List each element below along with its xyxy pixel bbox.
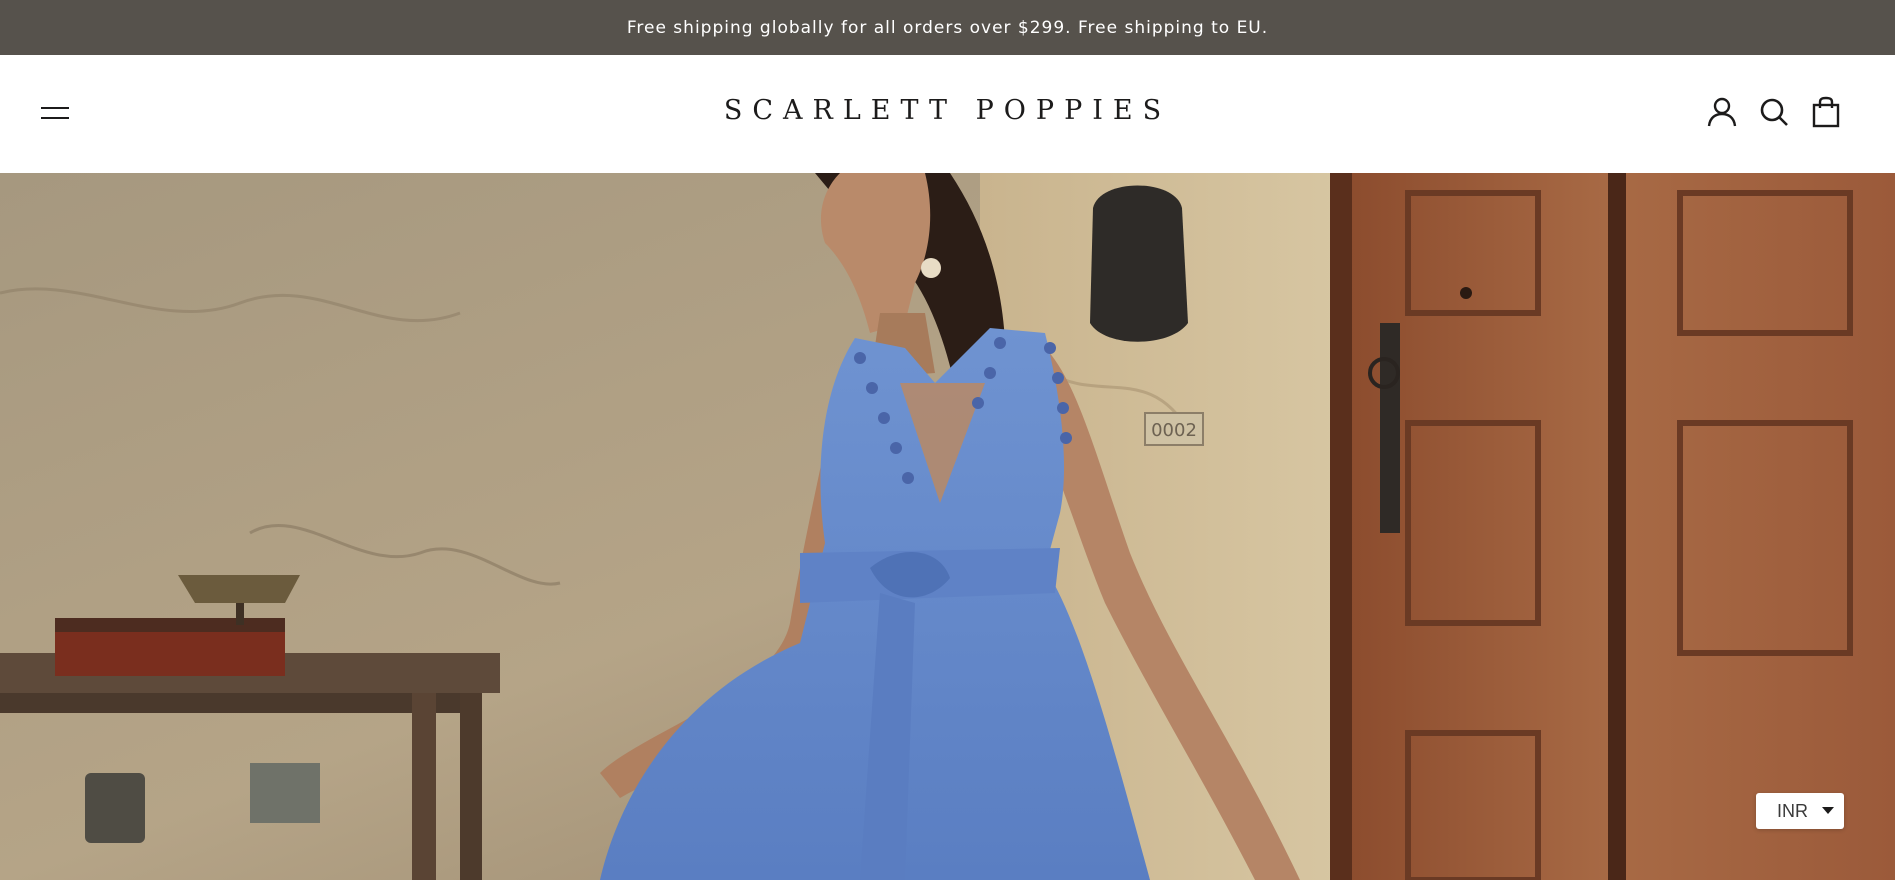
chevron-down-icon bbox=[1822, 807, 1834, 814]
site-header: SCARLETT POPPIES bbox=[0, 55, 1895, 173]
currency-selector[interactable]: INR bbox=[1756, 793, 1844, 829]
hero-banner[interactable]: 0002 bbox=[0, 173, 1895, 880]
site-logo[interactable]: SCARLETT POPPIES bbox=[724, 95, 1171, 126]
announcement-text: Free shipping globally for all orders ov… bbox=[626, 17, 1269, 38]
currency-selected: INR bbox=[1777, 800, 1808, 821]
cart-icon[interactable] bbox=[1809, 95, 1843, 129]
announcement-bar: Free shipping globally for all orders ov… bbox=[0, 0, 1895, 55]
account-icon[interactable] bbox=[1705, 95, 1739, 129]
site-logo-container: SCARLETT POPPIES bbox=[0, 95, 1895, 126]
search-icon[interactable] bbox=[1757, 95, 1791, 129]
hero-image: 0002 bbox=[0, 173, 1895, 880]
hamburger-menu-icon[interactable] bbox=[38, 99, 72, 127]
door-number-plate: 0002 bbox=[1151, 420, 1197, 441]
